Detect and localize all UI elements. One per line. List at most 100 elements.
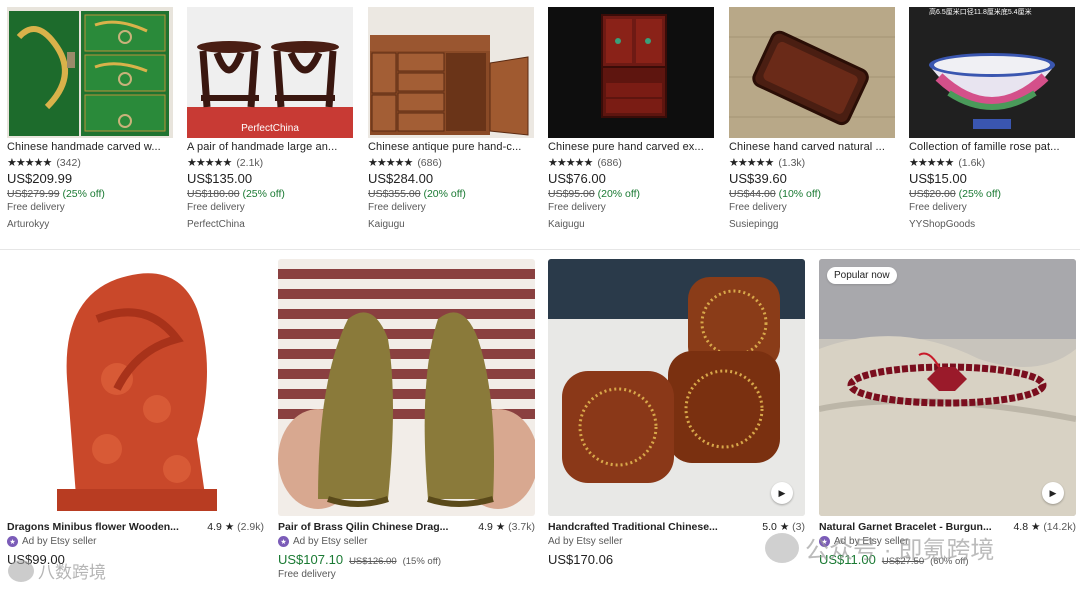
product-title[interactable]: Collection of famille rose pat... [909, 141, 1075, 153]
product-image[interactable] [729, 7, 895, 138]
wechat-logo-icon [8, 559, 34, 582]
original-price: US$279.99 (25% off) [7, 188, 173, 200]
delivery-info: Free delivery [729, 202, 787, 213]
price: US$284.00 [368, 171, 434, 186]
play-video-icon[interactable]: ▶ [1042, 482, 1064, 504]
price: US$135.00 [187, 171, 253, 186]
shop-name[interactable]: YYShopGoods [909, 219, 1075, 230]
rating-count: (2.1k) [236, 156, 264, 169]
ad-product-card[interactable]: Pair of Brass Qilin Chinese Drag... 4.9 … [278, 259, 535, 580]
ad-text: Ad by Etsy seller [22, 536, 97, 547]
rating: ★★★★★ (1.6k) [909, 156, 1075, 170]
product-image[interactable] [7, 259, 264, 516]
price-row: US$107.10 US$126.00 (15% off) [278, 552, 535, 567]
rating-value: 4.9 [478, 521, 493, 533]
strikethrough-price: US$355.00 [368, 188, 421, 200]
discount: (25% off) [242, 188, 285, 200]
watermark-text: 公众号 · 即氪跨境 [805, 537, 995, 564]
product-title[interactable]: Handcrafted Traditional Chinese... [548, 521, 728, 533]
strikethrough-price: US$95.00 [548, 188, 595, 200]
play-video-icon[interactable]: ▶ [771, 482, 793, 504]
star-rating-icon: ★★★★★ [548, 157, 593, 169]
original-price: US$95.00 (20% off) [548, 188, 714, 200]
delivery-info: Free delivery [548, 202, 606, 213]
watermark-left: 八数跨境 [8, 558, 106, 583]
ad-label: ★ Ad by Etsy seller [278, 536, 535, 547]
product-image[interactable] [368, 7, 534, 138]
product-card[interactable]: PerfectChina A pair of handmade large an… [187, 7, 353, 230]
discount: (20% off) [423, 188, 466, 200]
strikethrough-price: US$126.00 [349, 556, 397, 567]
rating-count: (1.6k) [958, 156, 986, 169]
price: US$39.60 [729, 171, 787, 186]
rating-value: 4.8 [1013, 521, 1029, 533]
divider [0, 249, 1080, 250]
discount: (20% off) [597, 188, 641, 200]
discount: (25% off) [62, 188, 105, 200]
product-title[interactable]: Chinese hand carved natural ... [729, 141, 895, 153]
product-image[interactable]: ▶ [548, 259, 805, 516]
product-image[interactable] [548, 7, 714, 138]
price: US$76.00 [548, 171, 606, 186]
ad-product-card[interactable]: Popular now ▶ Natural Garnet Bracelet - … [819, 259, 1076, 567]
delivery-info: Free delivery [368, 202, 426, 213]
rating: ★★★★★ (686) [368, 156, 534, 170]
delivery-info: Free delivery [278, 569, 336, 580]
rating: ★★★★★ (342) [7, 156, 173, 170]
rating-count: (1.3k) [778, 156, 806, 169]
star-icon: ★ [1030, 521, 1041, 533]
rating: ★★★★★ (2.1k) [187, 156, 353, 170]
original-price: US$355.00 (20% off) [368, 188, 534, 200]
price: US$15.00 [909, 171, 967, 186]
ad-product-card[interactable]: Dragons Minibus flower Wooden... 4.9 ★ (… [7, 259, 264, 567]
star-rating-icon: ★★★★★ [187, 157, 232, 169]
delivery-info: Free delivery [7, 202, 65, 213]
product-image[interactable] [7, 7, 173, 138]
product-title[interactable]: Pair of Brass Qilin Chinese Drag... [278, 521, 458, 533]
product-card[interactable]: Chinese pure hand carved ex... ★★★★★ (686… [548, 7, 714, 230]
product-card[interactable]: Chinese handmade carved w... ★★★★★ (342) … [7, 7, 173, 230]
rating: ★★★★★ (686) [548, 156, 714, 170]
price: US$209.99 [7, 171, 73, 186]
product-image[interactable]: PerfectChina [187, 7, 353, 138]
product-image[interactable]: 高6.5厘米口径11.8厘米底5.4厘米 [909, 7, 1075, 138]
strikethrough-price: US$279.99 [7, 188, 60, 200]
product-title[interactable]: Dragons Minibus flower Wooden... [7, 521, 187, 533]
ad-text: Ad by Etsy seller [293, 536, 368, 547]
product-card[interactable]: Chinese antique pure hand-c... ★★★★★ (686… [368, 7, 534, 230]
discount: (15% off) [402, 556, 441, 567]
watermark-text: 八数跨境 [38, 563, 106, 582]
delivery-info: Free delivery [187, 202, 245, 213]
price: US$170.06 [548, 552, 614, 567]
product-image[interactable] [278, 259, 535, 516]
shop-name[interactable]: Arturokyy [7, 219, 173, 230]
image-caption: PerfectChina [241, 123, 299, 134]
product-title[interactable]: Chinese antique pure hand-c... [368, 141, 534, 153]
image-caption: 高6.5厘米口径11.8厘米底5.4厘米 [929, 9, 1032, 16]
shop-name[interactable]: Susiepingg [729, 219, 895, 230]
rating-count: (342) [56, 156, 81, 169]
rating: 4.9 ★ (3.7k) [478, 521, 535, 533]
rating-count: (14.2k) [1043, 521, 1076, 533]
strikethrough-price: US$44.00 [729, 188, 776, 200]
product-title[interactable]: A pair of handmade large an... [187, 141, 353, 153]
ad-label: ★ Ad by Etsy seller [7, 536, 264, 547]
original-price: US$180.00 (25% off) [187, 188, 353, 200]
shop-name[interactable]: Kaigugu [368, 219, 534, 230]
discount: (25% off) [958, 188, 1002, 200]
shop-name[interactable]: PerfectChina [187, 219, 353, 230]
wechat-logo-icon [765, 532, 799, 563]
product-title[interactable]: Chinese handmade carved w... [7, 141, 173, 153]
etsy-star-seller-icon: ★ [7, 536, 18, 547]
shop-name[interactable]: Kaigugu [548, 219, 714, 230]
watermark-right: 公众号 · 即氪跨境 [765, 530, 994, 565]
product-card[interactable]: Chinese hand carved natural ... ★★★★★ (1.… [729, 7, 895, 230]
sale-price: US$107.10 [278, 552, 344, 567]
product-title[interactable]: Chinese pure hand carved ex... [548, 141, 714, 153]
product-image[interactable]: Popular now ▶ [819, 259, 1076, 516]
rating: 4.8 ★ (14.2k) [1013, 521, 1076, 533]
ad-product-card[interactable]: ▶ Handcrafted Traditional Chinese... 5.0… [548, 259, 805, 567]
product-card[interactable]: 高6.5厘米口径11.8厘米底5.4厘米 Collection of famil… [909, 7, 1075, 230]
rating-count: (686) [597, 156, 622, 169]
strikethrough-price: US$20.00 [909, 188, 956, 200]
